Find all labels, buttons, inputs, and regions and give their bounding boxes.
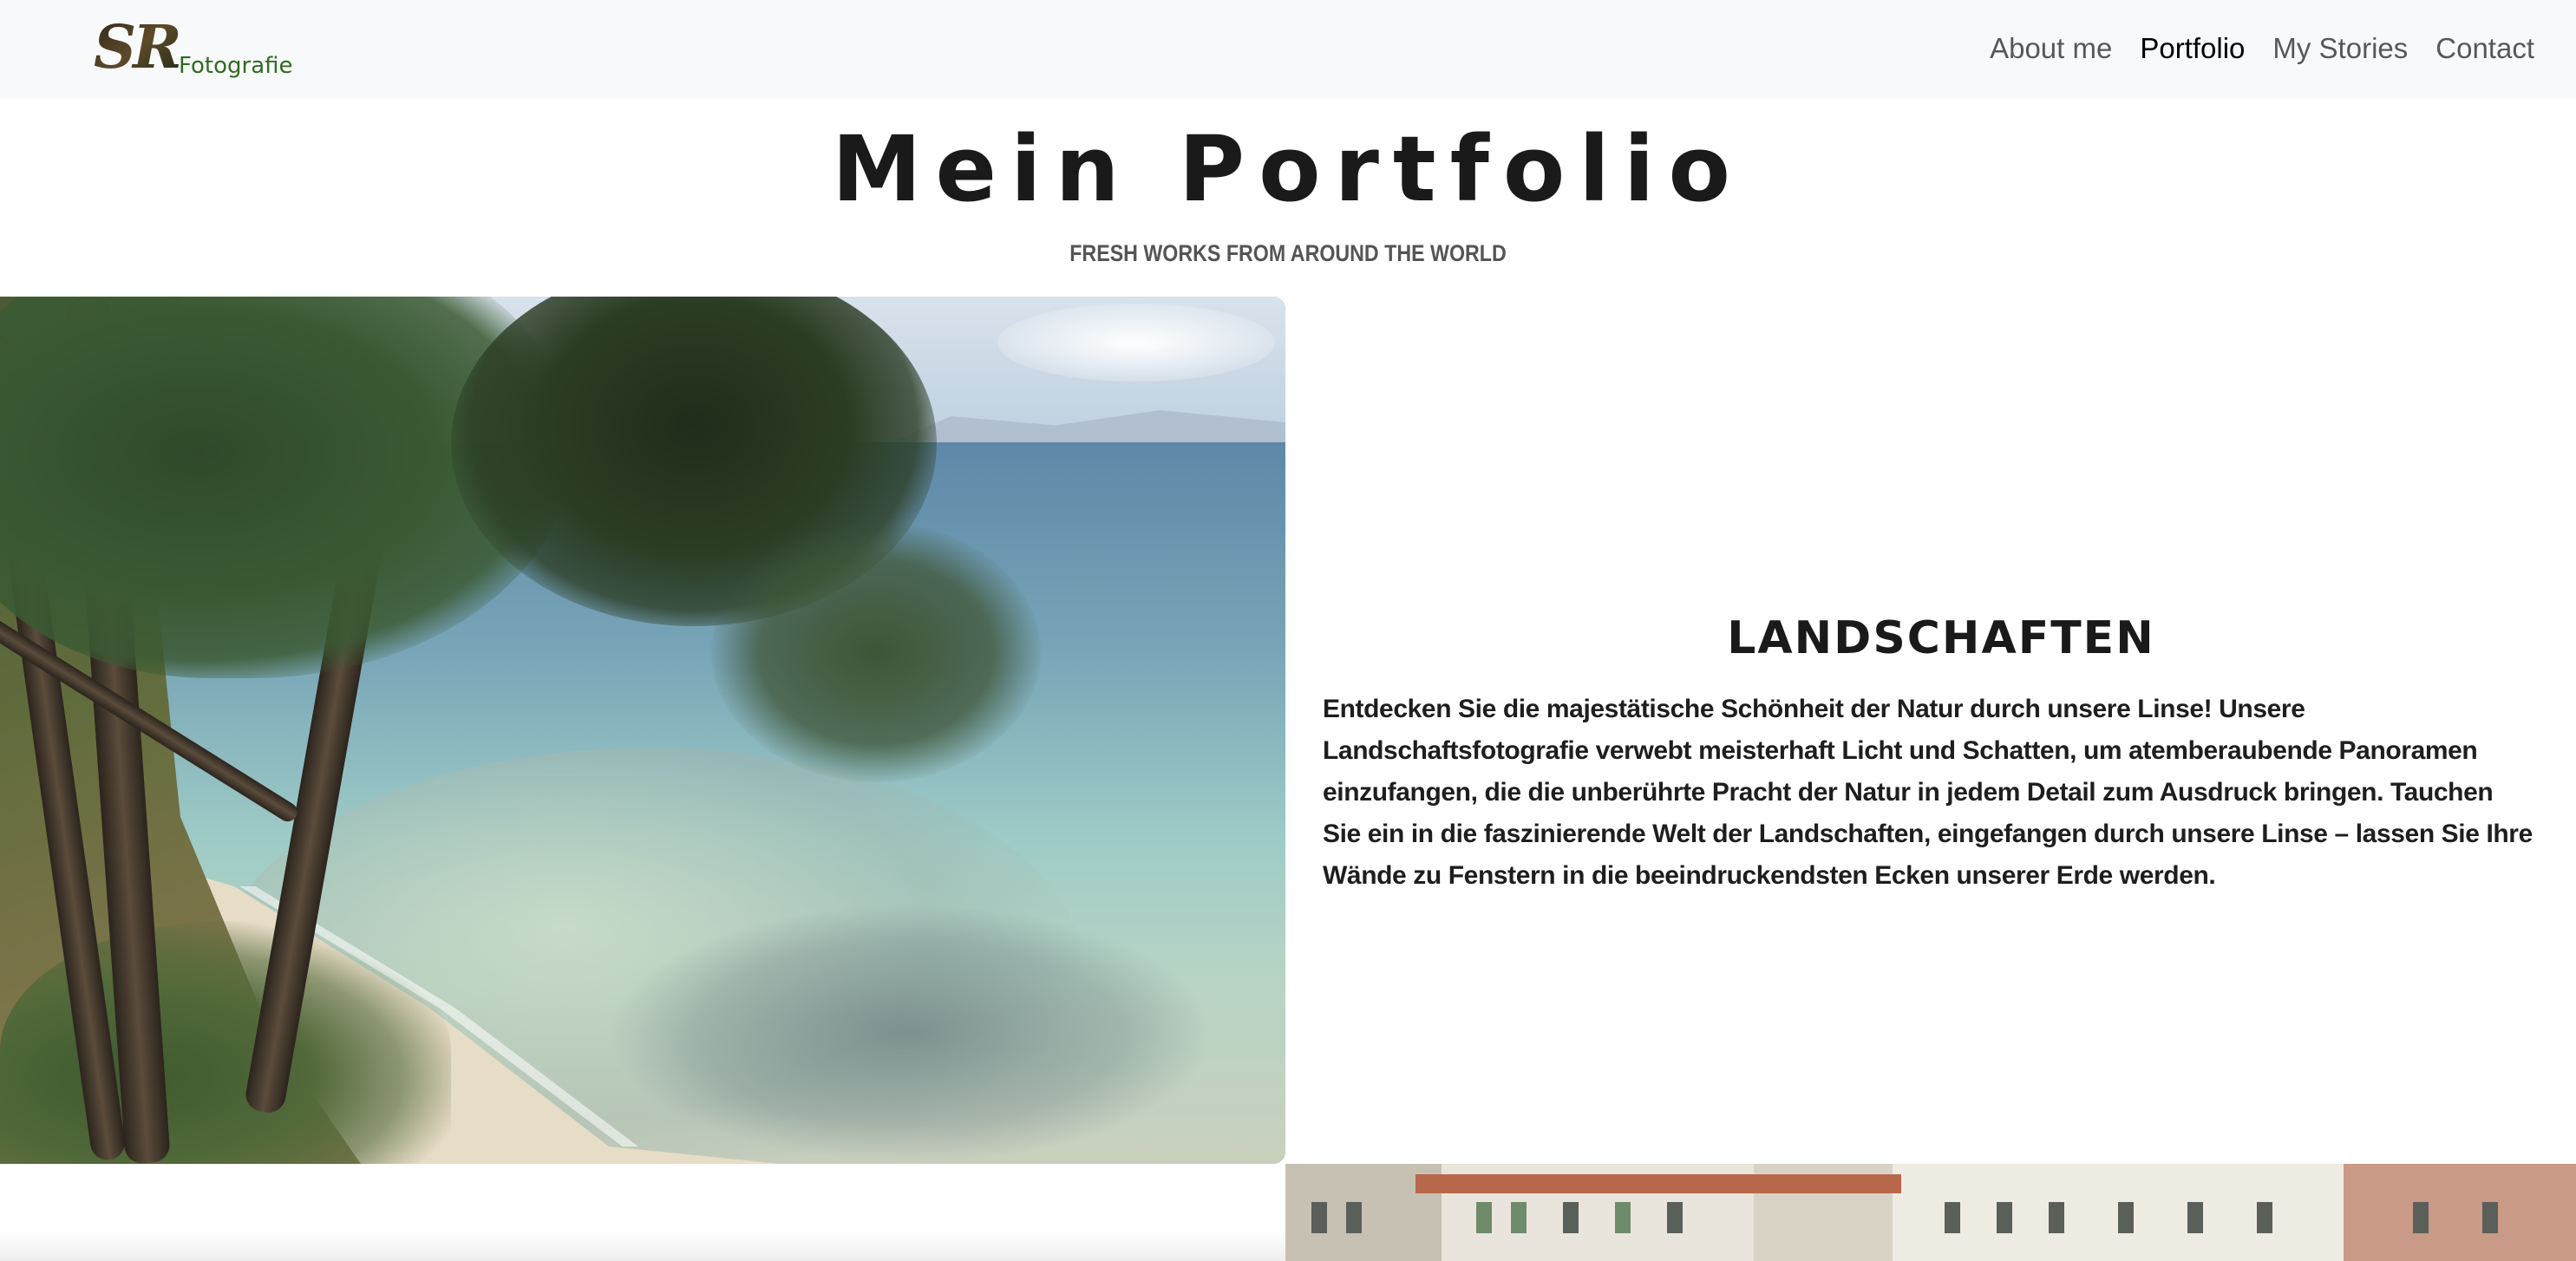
logo-graphic: SR Fotografie: [94, 13, 293, 82]
page-subtitle: FRESH WORKS FROM AROUND THE WORLD: [1069, 240, 1507, 266]
main-nav: About me Portfolio My Stories Contact: [1976, 29, 2548, 68]
page-title: Mein Portfolio: [831, 116, 1745, 222]
logo-text: Fotografie: [179, 53, 293, 78]
landscape-photo: [0, 297, 1285, 1164]
next-section-edge: [0, 1232, 1285, 1261]
nav-contact[interactable]: Contact: [2422, 29, 2548, 68]
nav-portfolio[interactable]: Portfolio: [2126, 29, 2259, 68]
city-photo: [1285, 1164, 2576, 1261]
section-description: Entdecken Sie die majestätische Schönhei…: [1323, 695, 2533, 890]
brand-logo[interactable]: SR Fotografie: [94, 13, 316, 82]
nav-about-me[interactable]: About me: [1976, 29, 2126, 68]
logo-letters: SR: [94, 23, 179, 78]
section-title: LANDSCHAFTEN: [1727, 612, 2155, 664]
nav-my-stories[interactable]: My Stories: [2259, 29, 2422, 68]
navbar: SR Fotografie About me Portfolio My Stor…: [0, 0, 2576, 99]
